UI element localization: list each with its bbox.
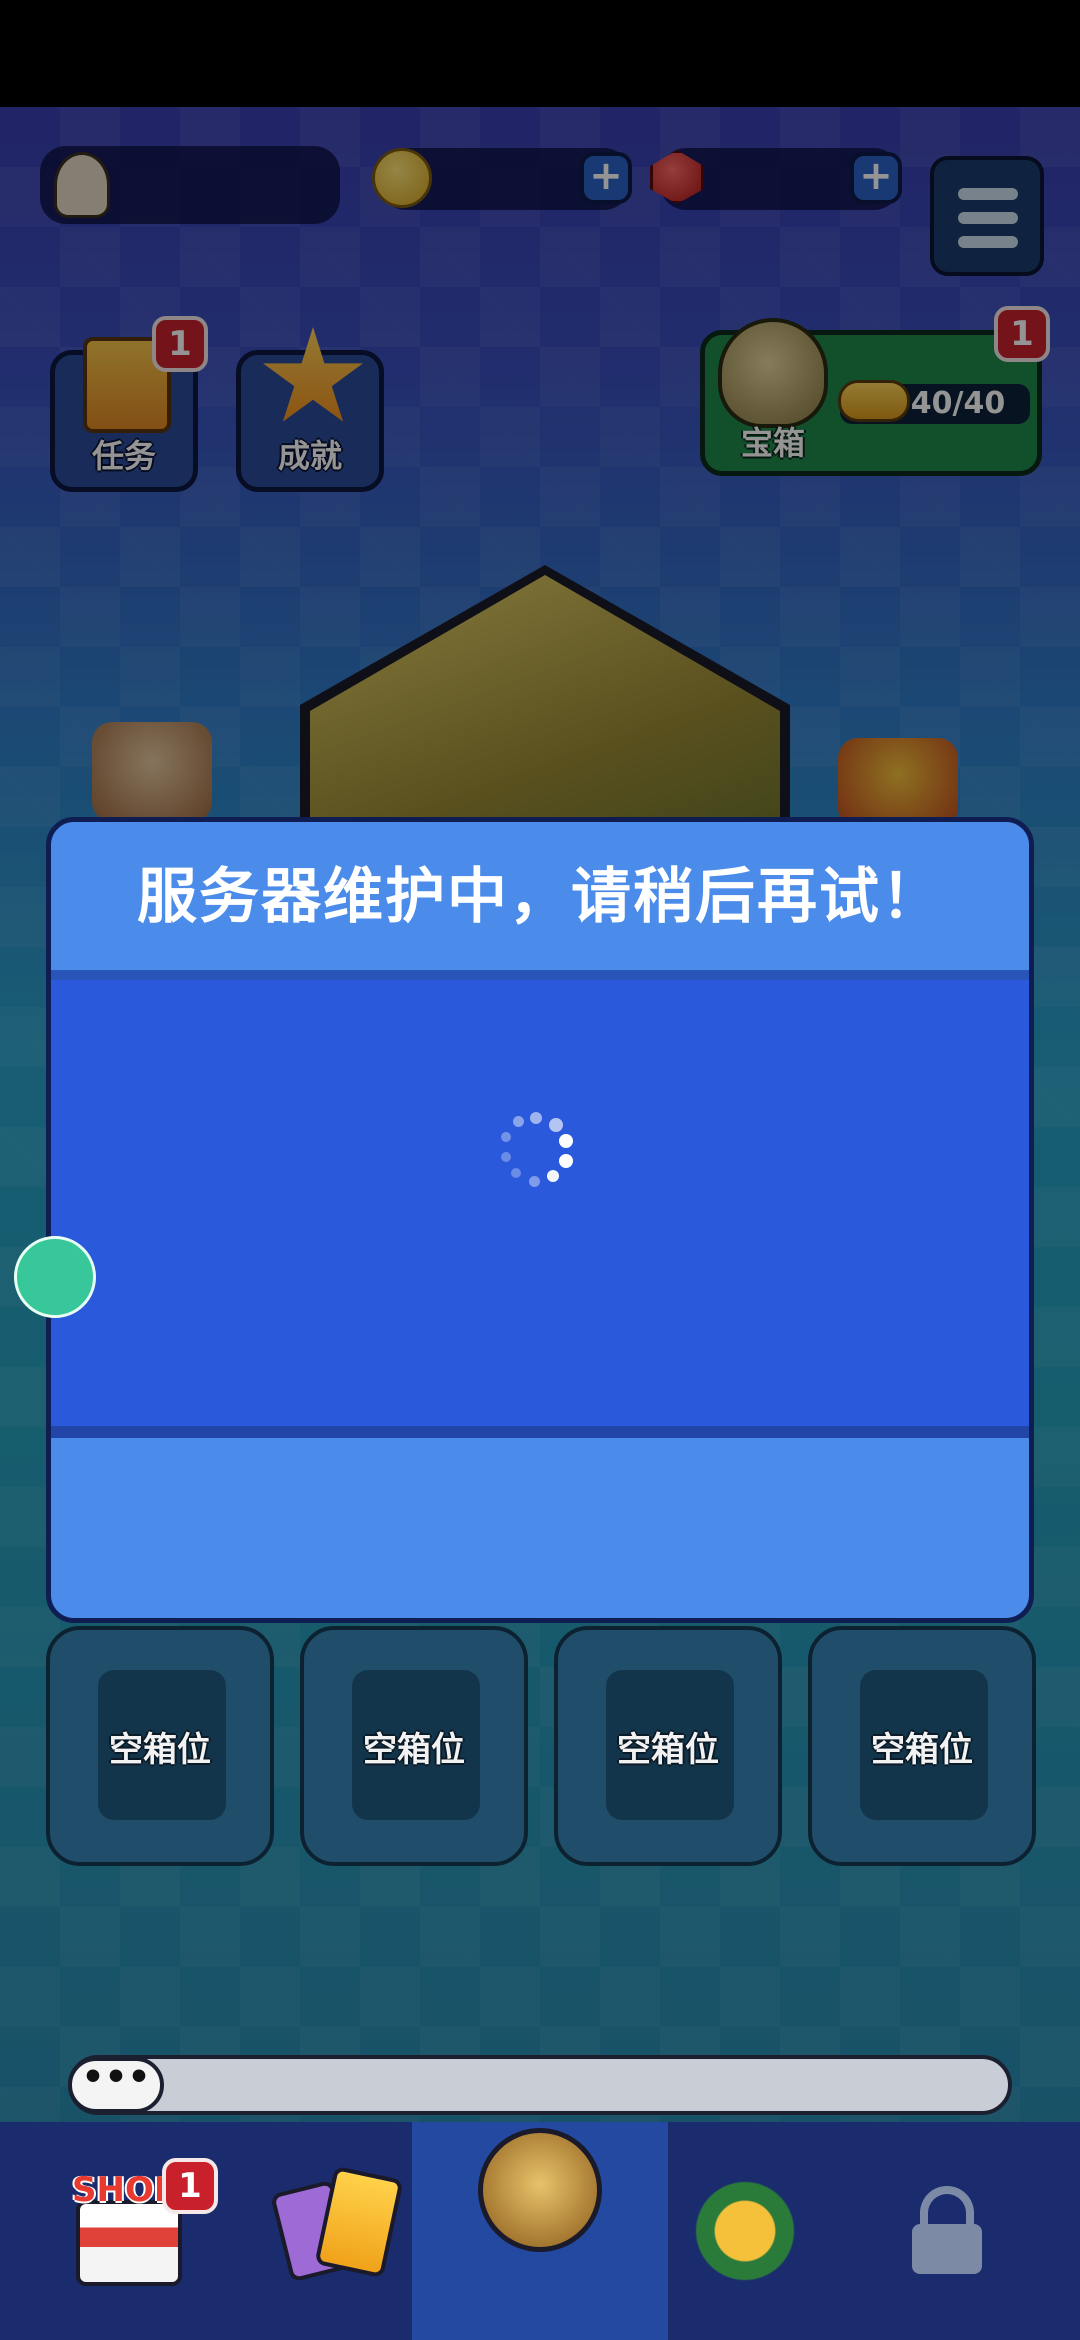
crossed-swords-icon	[478, 2128, 602, 2252]
chest-slot[interactable]: 空箱位	[554, 1626, 782, 1866]
nav-rank-tab[interactable]	[680, 2170, 810, 2290]
dialog-title: 服务器维护中，请稍后再试！	[137, 862, 943, 932]
dialog-divider	[51, 1426, 1029, 1438]
chest-slot[interactable]: 空箱位	[300, 1626, 528, 1866]
shop-icon	[76, 2200, 182, 2286]
chat-bubble-icon[interactable]: •••	[68, 2057, 164, 2113]
status-bar	[0, 0, 1080, 107]
floating-assistant-icon[interactable]	[14, 1236, 96, 1318]
nav-cards-tab[interactable]	[270, 2165, 410, 2288]
chest-slot-label: 空箱位	[871, 1730, 973, 1770]
lock-icon-body	[912, 2224, 982, 2274]
chest-slot-label: 空箱位	[109, 1730, 211, 1770]
chest-slot[interactable]: 空箱位	[46, 1626, 274, 1866]
nav-locked-tab[interactable]	[912, 2186, 982, 2276]
chat-bar[interactable]	[68, 2055, 1012, 2115]
chest-slot-label: 空箱位	[363, 1730, 465, 1770]
loading-spinner-icon	[497, 1110, 577, 1190]
dialog-divider	[51, 970, 1029, 980]
laurel-star-icon	[690, 2176, 800, 2286]
chest-slot[interactable]: 空箱位	[808, 1626, 1036, 1866]
shop-badge: 1	[162, 2158, 218, 2214]
maintenance-dialog: 服务器维护中，请稍后再试！	[46, 817, 1034, 1623]
chest-slot-label: 空箱位	[617, 1730, 719, 1770]
dialog-body	[51, 980, 1029, 1432]
